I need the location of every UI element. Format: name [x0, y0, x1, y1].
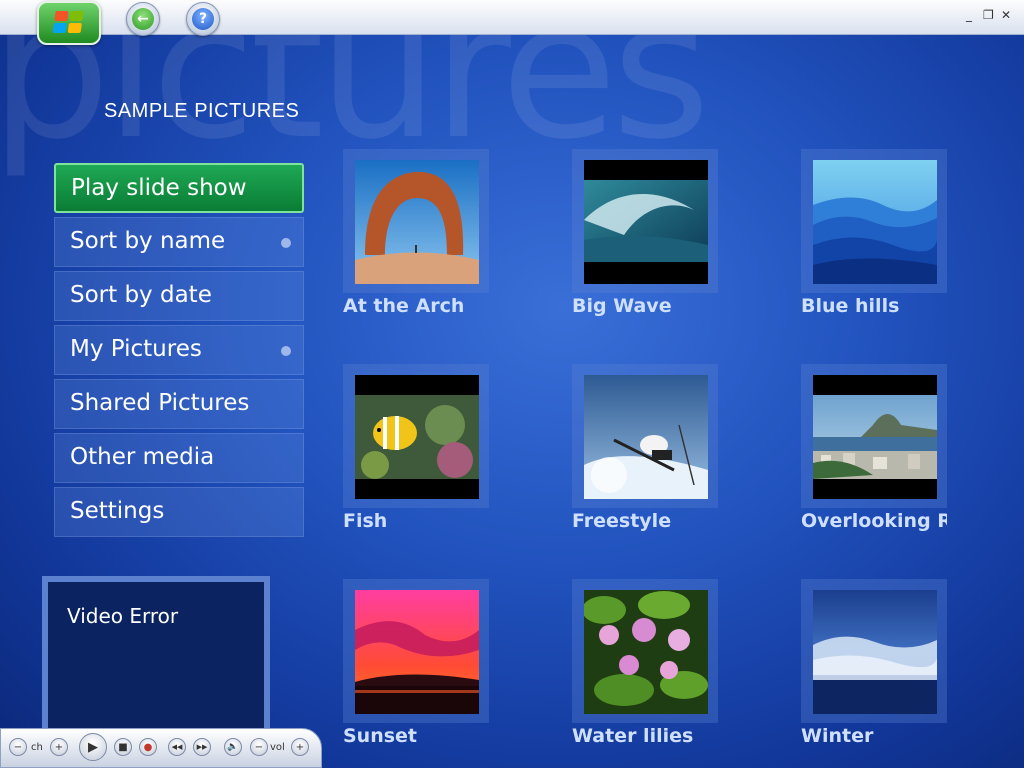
play-button[interactable]: ▶ [79, 733, 107, 761]
picture-label: Winter [801, 725, 874, 747]
menu-item-sort-by-name[interactable]: Sort by name [54, 217, 304, 267]
wave-thumbnail [584, 160, 708, 284]
side-menu: Play slide show Sort by name Sort by dat… [54, 163, 304, 541]
picture-label: At the Arch [343, 295, 465, 317]
mute-button[interactable]: 🔈 [224, 738, 242, 756]
restore-button[interactable]: ❐ [983, 8, 994, 22]
picture-label: Freestyle [572, 510, 672, 532]
stop-button[interactable]: ■ [114, 738, 132, 756]
start-button[interactable] [37, 1, 101, 45]
menu-item-other-media[interactable]: Other media [54, 433, 304, 483]
lilies-thumbnail [584, 590, 708, 714]
menu-item-label: Shared Pictures [70, 390, 250, 416]
page-title: SAMPLE PICTURES [104, 100, 300, 122]
selected-dot-icon [281, 238, 291, 248]
selected-dot-icon [281, 346, 291, 356]
picture-label: Water lilies [572, 725, 694, 747]
help-icon: ? [192, 8, 214, 30]
hills-thumbnail [813, 160, 937, 284]
menu-item-label: Sort by date [70, 282, 212, 308]
top-toolbar: ← ? _ ❐ ✕ [0, 0, 1024, 45]
menu-item-label: Settings [70, 498, 165, 524]
sunset-thumbnail [355, 590, 479, 714]
menu-item-play-slide-show[interactable]: Play slide show [54, 163, 304, 213]
menu-item-my-pictures[interactable]: My Pictures [54, 325, 304, 375]
close-button[interactable]: ✕ [1001, 8, 1011, 22]
volume-label: vol [270, 742, 285, 753]
menu-item-label: Other media [70, 444, 215, 470]
ski-thumbnail [584, 375, 708, 499]
picture-label: Fish [343, 510, 388, 532]
picture-label: Overlooking Ri [801, 510, 947, 532]
picture-label: Sunset [343, 725, 418, 747]
fast-forward-button[interactable]: ▶▶ [193, 738, 211, 756]
winter-thumbnail [813, 590, 937, 714]
windows-logo-icon [52, 11, 85, 35]
picture-label: Blue hills [801, 295, 900, 317]
video-preview[interactable]: Video Error [42, 576, 270, 736]
video-error-text: Video Error [67, 604, 179, 628]
city-thumbnail [813, 375, 937, 499]
menu-item-settings[interactable]: Settings [54, 487, 304, 537]
volume-down-button[interactable]: − [250, 738, 268, 756]
menu-item-shared-pictures[interactable]: Shared Pictures [54, 379, 304, 429]
menu-item-label: My Pictures [70, 336, 202, 362]
menu-item-label: Sort by name [70, 228, 226, 254]
arch-thumbnail [355, 160, 479, 284]
menu-item-label: Play slide show [71, 175, 247, 201]
transport-controls: − ch + ▶ ■ ● ◀◀ ▶▶ 🔈 − vol + [0, 728, 322, 768]
rewind-button[interactable]: ◀◀ [168, 738, 186, 756]
channel-down-button[interactable]: − [9, 738, 27, 756]
back-button[interactable]: ← [126, 2, 160, 36]
menu-item-sort-by-date[interactable]: Sort by date [54, 271, 304, 321]
channel-label: ch [31, 742, 43, 753]
volume-up-button[interactable]: + [291, 738, 309, 756]
back-arrow-icon: ← [132, 8, 154, 30]
record-button[interactable]: ● [139, 738, 157, 756]
channel-up-button[interactable]: + [50, 738, 68, 756]
minimize-button[interactable]: _ [966, 8, 972, 22]
fish-thumbnail [355, 375, 479, 499]
help-button[interactable]: ? [186, 2, 220, 36]
picture-label: Big Wave [572, 295, 672, 317]
